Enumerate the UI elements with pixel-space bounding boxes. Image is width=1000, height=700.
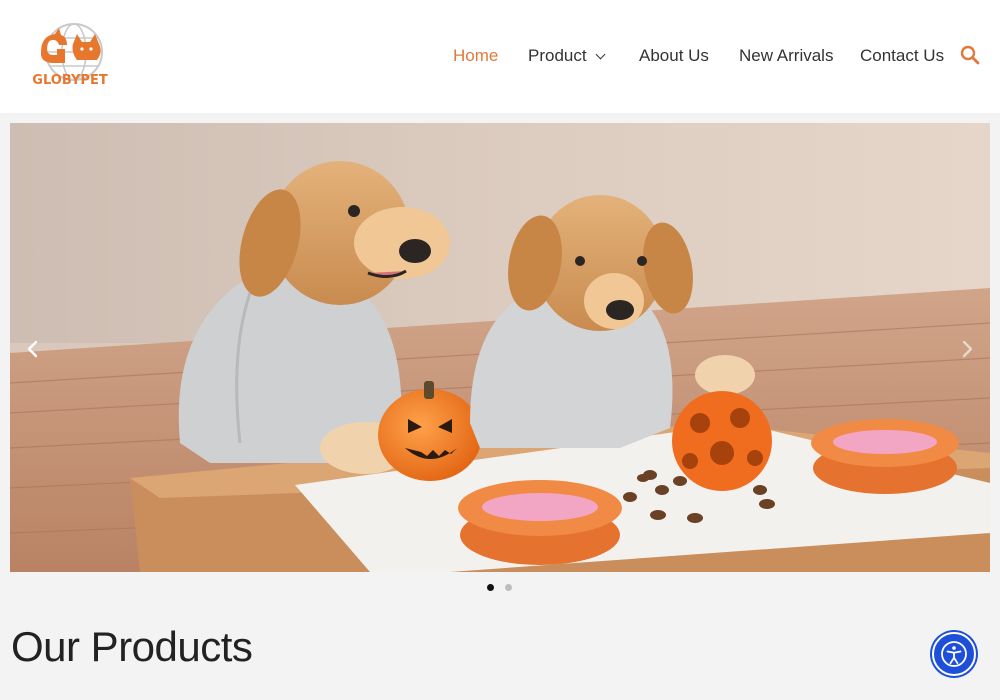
nav-contact-us[interactable]: Contact Us (860, 45, 944, 67)
site-header: GLOBYPET Home Product About Us New Arriv… (0, 0, 1000, 113)
chevron-right-icon (962, 340, 973, 358)
hero-slider[interactable] (10, 123, 990, 572)
brand-logo[interactable]: GLOBYPET (27, 22, 113, 94)
products-section-title: Our Products (11, 623, 253, 670)
nav-new-arrivals[interactable]: New Arrivals (739, 45, 833, 67)
accessibility-icon (941, 641, 967, 667)
nav-product-label: Product (528, 46, 587, 65)
brand-name: GLOBYPET (32, 73, 108, 88)
slider-next-button[interactable] (956, 338, 978, 360)
slide-dot-2[interactable] (505, 584, 512, 591)
nav-home[interactable]: Home (453, 45, 498, 67)
nav-about-us[interactable]: About Us (639, 45, 709, 67)
nav-product[interactable]: Product (528, 45, 606, 67)
accessibility-button[interactable] (932, 632, 976, 676)
search-icon[interactable] (960, 45, 980, 65)
slide-dot-1[interactable] (487, 584, 494, 591)
hero-image (10, 123, 990, 572)
chevron-down-icon (595, 49, 606, 60)
chevron-left-icon (27, 340, 38, 358)
slider-prev-button[interactable] (22, 338, 44, 360)
